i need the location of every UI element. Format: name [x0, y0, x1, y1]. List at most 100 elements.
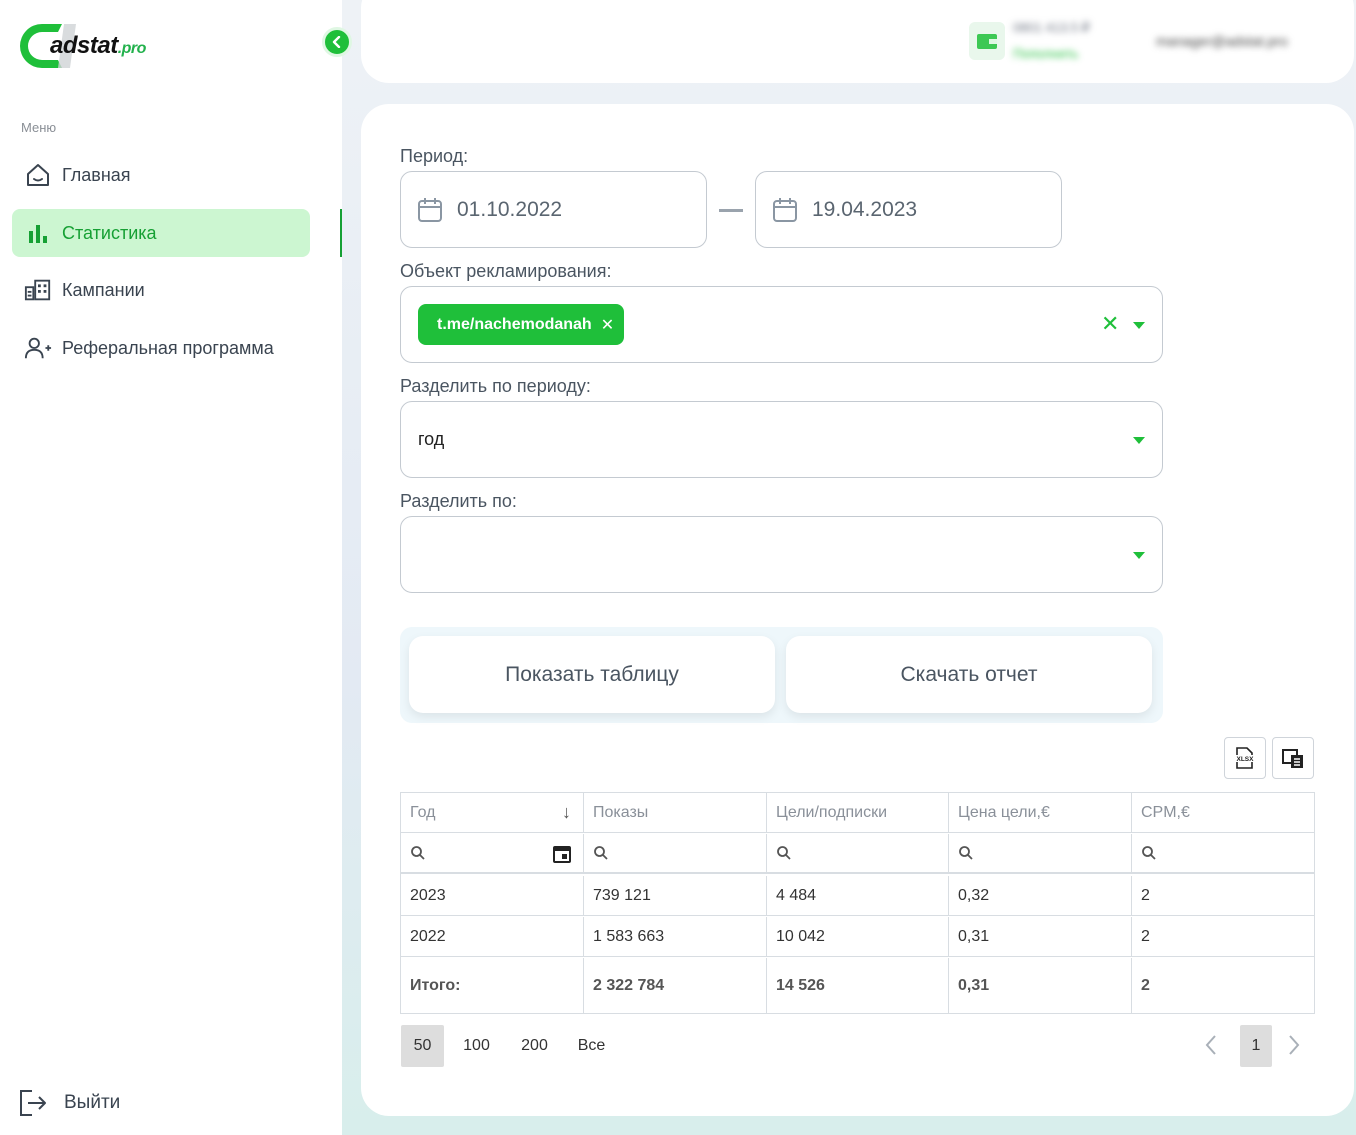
date-range-dash	[719, 209, 743, 212]
table-cell: 10 042	[767, 917, 949, 956]
user-email[interactable]: manager@adstat.pro	[1156, 33, 1288, 49]
top-up-link[interactable]: Пополнить	[1013, 46, 1078, 61]
stats-table: Год ↓ Показы Цели/подписки Цена цели,€ CP…	[400, 792, 1315, 1014]
bar-chart-icon	[24, 219, 52, 247]
page-number-1[interactable]: 1	[1240, 1025, 1272, 1067]
logo-text: adstat.pro	[50, 32, 146, 59]
home-icon	[24, 161, 52, 189]
table-cell: 4 484	[767, 876, 949, 915]
prev-page-button[interactable]	[1204, 1034, 1218, 1061]
balance-text: 0801 413.5 ₽	[1013, 20, 1090, 35]
header-card: 0801 413.5 ₽ Пополнить manager@adstat.pr…	[361, 0, 1354, 83]
table-row: 2023 739 121 4 484 0,32 2	[401, 876, 1314, 916]
column-header-goals[interactable]: Цели/подписки	[767, 793, 949, 832]
sidebar-item-label: Реферальная программа	[62, 337, 274, 358]
table-cell: 0,32	[949, 876, 1132, 915]
page-size-200[interactable]: 200	[513, 1025, 556, 1067]
calendar-icon	[417, 197, 443, 223]
columns-icon	[1282, 749, 1303, 768]
collapse-sidebar-button[interactable]	[322, 27, 352, 57]
table-header-row: Год ↓ Показы Цели/подписки Цена цели,€ CP…	[401, 793, 1314, 833]
wallet-button[interactable]	[969, 22, 1005, 60]
chevron-right-icon	[1289, 1035, 1300, 1055]
table-cell: 0,31	[949, 917, 1132, 956]
search-icon	[594, 846, 608, 860]
table-cell: 2023	[401, 876, 584, 915]
sidebar-item-label: Статистика	[62, 222, 157, 243]
date-from-input[interactable]: 01.10.2022	[400, 171, 707, 248]
search-icon	[1142, 846, 1156, 860]
logout-label: Выйти	[64, 1092, 121, 1113]
period-label: Период:	[400, 146, 469, 166]
date-to-input[interactable]: 19.04.2023	[755, 171, 1062, 248]
page-size-50[interactable]: 50	[401, 1025, 444, 1067]
table-cell: 2022	[401, 917, 584, 956]
next-page-button[interactable]	[1287, 1034, 1301, 1061]
page-size-100[interactable]: 100	[455, 1025, 498, 1067]
chevron-left-icon	[332, 36, 341, 48]
show-table-button[interactable]: Показать таблицу	[409, 636, 775, 713]
chevron-down-icon[interactable]	[1133, 437, 1145, 444]
svg-text:XLSX: XLSX	[1237, 756, 1255, 763]
table-cell: 1 583 663	[584, 917, 767, 956]
filter-impressions-input[interactable]	[584, 834, 767, 872]
chevron-down-icon[interactable]	[1133, 322, 1145, 329]
chip-remove-icon[interactable]: ✕	[601, 315, 614, 335]
split-period-value: год	[418, 429, 445, 449]
table-row: 2022 1 583 663 10 042 0,31 2	[401, 917, 1314, 957]
table-filter-row	[401, 834, 1314, 874]
split-period-select[interactable]: год	[400, 401, 1163, 478]
date-from-value: 01.10.2022	[457, 197, 563, 221]
logout-button[interactable]: Выйти	[18, 1088, 120, 1118]
menu-label: Меню	[21, 120, 57, 135]
statistics-card: Период: 01.10.2022 19.04.2023 Объект рек…	[361, 104, 1354, 1116]
table-total-row: Итого: 2 322 784 14 526 0,31 2	[401, 958, 1314, 1013]
total-cell: 2	[1141, 976, 1150, 994]
user-plus-icon	[24, 334, 52, 362]
date-to-value: 19.04.2023	[812, 197, 918, 221]
page-size-all[interactable]: Все	[570, 1025, 613, 1067]
wallet-icon	[977, 34, 997, 49]
filter-cpm-input[interactable]	[1132, 834, 1314, 872]
column-header-goal-price[interactable]: Цена цели,€	[949, 793, 1132, 832]
calendar-filter-icon[interactable]	[552, 844, 572, 869]
logout-icon	[18, 1088, 48, 1118]
total-cell: 0,31	[949, 958, 1132, 1013]
total-cell: 14 526	[767, 958, 949, 1013]
sidebar-item-campaigns[interactable]: Кампании	[12, 266, 310, 314]
calendar-icon	[772, 197, 798, 223]
column-header-year[interactable]: Год ↓	[401, 793, 584, 832]
column-header-impressions[interactable]: Показы	[584, 793, 767, 832]
campaigns-icon	[24, 276, 52, 304]
search-icon	[411, 846, 425, 860]
table-cell: 739 121	[584, 876, 767, 915]
search-icon	[777, 846, 791, 860]
filter-goal-price-input[interactable]	[949, 834, 1132, 872]
sidebar-item-statistics[interactable]: Статистика	[12, 209, 310, 257]
column-header-cpm[interactable]: CPM,€	[1132, 793, 1314, 832]
filter-goals-input[interactable]	[767, 834, 949, 872]
total-label: Итого:	[401, 958, 584, 1013]
split-by-select[interactable]	[400, 516, 1163, 593]
object-label: Объект рекламирования:	[400, 261, 612, 281]
download-report-button[interactable]: Скачать отчет	[786, 636, 1152, 713]
clear-selection-icon[interactable]: ✕	[1101, 311, 1119, 337]
filter-year-input[interactable]	[401, 834, 584, 872]
search-icon	[959, 846, 973, 860]
object-chip[interactable]: t.me/nachemodanah ✕	[418, 304, 625, 345]
chip-label: t.me/nachemodanah	[437, 315, 592, 333]
chevron-left-icon	[1205, 1035, 1216, 1055]
active-indicator	[340, 209, 342, 257]
sort-down-icon[interactable]: ↓	[562, 802, 571, 823]
columns-button[interactable]	[1272, 737, 1314, 779]
chevron-down-icon[interactable]	[1133, 552, 1145, 559]
sidebar: adstat.pro Меню Главная Статистика Кампа…	[0, 0, 352, 1135]
table-cell: 2	[1141, 886, 1150, 904]
logo[interactable]: adstat.pro	[18, 20, 178, 72]
sidebar-item-home[interactable]: Главная	[12, 151, 310, 199]
xlsx-icon: XLSX	[1235, 747, 1255, 769]
object-select[interactable]: t.me/nachemodanah ✕ ✕	[400, 286, 1163, 363]
sidebar-item-label: Кампании	[62, 279, 145, 300]
sidebar-item-referral[interactable]: Реферальная программа	[12, 324, 310, 372]
export-xlsx-button[interactable]: XLSX	[1224, 737, 1266, 779]
